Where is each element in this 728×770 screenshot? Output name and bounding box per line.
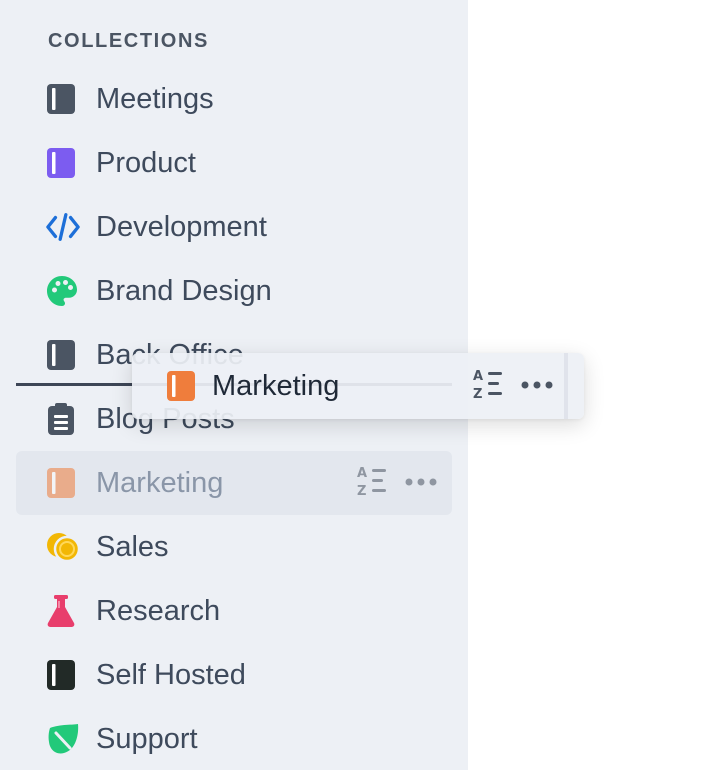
sidebar-item-label: Development — [96, 210, 267, 243]
collection-icon — [46, 82, 80, 116]
sidebar-item-label: Self Hosted — [96, 658, 246, 691]
sidebar-item-self-hosted[interactable]: Self Hosted — [16, 643, 452, 707]
collection-icon — [166, 370, 196, 402]
svg-text:A: A — [473, 369, 483, 384]
sort-alphabetical-icon[interactable]: AZ — [472, 367, 506, 406]
collection-icon — [46, 466, 80, 500]
collection-icon — [46, 658, 80, 692]
svg-text:Z: Z — [473, 387, 482, 401]
sidebar-item-label: Research — [96, 594, 221, 627]
collections-header: COLLECTIONS — [48, 30, 209, 52]
sidebar-item-product[interactable]: Product — [16, 131, 452, 195]
item-actions: AZ — [356, 451, 438, 515]
collection-icon — [46, 338, 80, 372]
more-options-icon[interactable] — [520, 377, 554, 395]
drag-preview-actions: AZ — [472, 353, 554, 419]
sidebar-item-label: Meetings — [96, 82, 214, 115]
sidebar-item-brand-design[interactable]: Brand Design — [16, 259, 452, 323]
flask-icon — [46, 594, 80, 628]
sidebar-item-label: Brand Design — [96, 274, 272, 307]
svg-text:A: A — [357, 466, 367, 481]
clipboard-icon — [46, 402, 80, 436]
palette-icon — [46, 274, 80, 308]
sidebar-item-label: Support — [96, 722, 198, 755]
sidebar-item-label: Sales — [96, 530, 169, 563]
code-icon — [46, 210, 80, 244]
sidebar-item-label: Product — [96, 146, 196, 179]
more-options-icon[interactable] — [404, 474, 438, 492]
sidebar-item-label: Marketing — [96, 466, 224, 499]
coins-icon — [46, 530, 80, 564]
leaf-icon — [46, 722, 80, 756]
sidebar-item-research[interactable]: Research — [16, 579, 452, 643]
sort-alphabetical-icon[interactable]: AZ — [356, 464, 390, 503]
sidebar-item-meetings[interactable]: Meetings — [16, 67, 452, 131]
sidebar-item-sales[interactable]: Sales — [16, 515, 452, 579]
sidebar-item-marketing[interactable]: Marketing AZ — [16, 451, 452, 515]
drag-preview-marketing[interactable]: Marketing AZ — [132, 353, 584, 419]
sidebar-item-development[interactable]: Development — [16, 195, 452, 259]
drag-preview-label: Marketing — [212, 369, 340, 402]
collection-icon — [46, 146, 80, 180]
svg-text:Z: Z — [357, 484, 366, 498]
sidebar-item-support[interactable]: Support — [16, 707, 452, 770]
